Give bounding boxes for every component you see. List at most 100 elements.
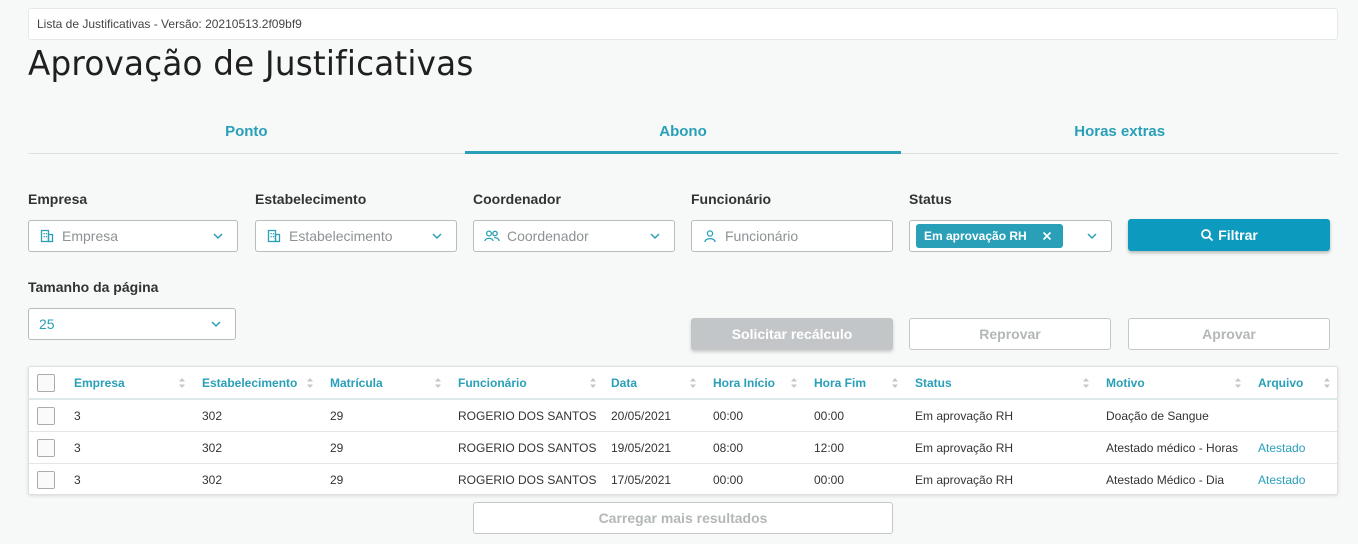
users-icon <box>484 228 500 244</box>
status-label: Status <box>909 191 952 207</box>
row-checkbox[interactable] <box>37 439 55 457</box>
col-header-data[interactable]: Data <box>611 367 637 398</box>
tab-bar: Ponto Abono Horas extras <box>28 110 1338 154</box>
sort-icon[interactable] <box>306 376 314 390</box>
chevron-down-icon <box>1085 229 1099 243</box>
sort-icon[interactable] <box>1323 376 1331 390</box>
table-row[interactable]: 3 302 29 ROGERIO DOS SANTOS 17/05/2021 0… <box>29 464 1337 494</box>
cell-funcionario: ROGERIO DOS SANTOS <box>458 473 597 487</box>
estabelecimento-label: Estabelecimento <box>255 191 367 207</box>
cell-matricula: 29 <box>330 440 344 455</box>
cell-hora-inicio: 08:00 <box>713 440 744 455</box>
table-row[interactable]: 3 302 29 ROGERIO DOS SANTOS 20/05/2021 0… <box>29 400 1337 432</box>
row-checkbox[interactable] <box>37 407 55 425</box>
cell-data: 17/05/2021 <box>611 473 672 487</box>
sort-icon[interactable] <box>689 376 697 390</box>
reject-button[interactable]: Reprovar <box>909 318 1111 350</box>
tab-ponto[interactable]: Ponto <box>28 110 465 153</box>
col-header-empresa[interactable]: Empresa <box>74 367 125 398</box>
status-chip: Em aprovação RH <box>916 224 1063 248</box>
page-size-select[interactable]: 25 <box>28 308 236 340</box>
coordenador-select[interactable]: Coordenador <box>473 220 675 252</box>
cell-hora-inicio: 00:00 <box>713 408 744 423</box>
version-bar: Lista de Justificativas - Versão: 202105… <box>28 8 1338 40</box>
cell-status: Em aprovação RH <box>915 408 1014 423</box>
sort-icon[interactable] <box>1082 376 1090 390</box>
close-icon[interactable] <box>1039 228 1055 244</box>
cell-status: Em aprovação RH <box>915 440 1014 455</box>
empresa-select[interactable]: Empresa <box>28 220 238 252</box>
estabelecimento-select[interactable]: Estabelecimento <box>255 220 457 252</box>
page-title: Aprovação de Justificativas <box>28 44 474 84</box>
cell-data: 20/05/2021 <box>611 408 672 423</box>
building-icon <box>266 228 282 244</box>
col-header-hora-inicio[interactable]: Hora Início <box>713 367 775 398</box>
building-icon <box>39 228 55 244</box>
chevron-down-icon <box>430 229 444 243</box>
filter-button-label: Filtrar <box>1218 227 1258 243</box>
attachment-link[interactable]: Atestado <box>1258 464 1305 494</box>
sort-icon[interactable] <box>790 376 798 390</box>
table-row[interactable]: 3 302 29 ROGERIO DOS SANTOS 19/05/2021 0… <box>29 432 1337 464</box>
coordenador-placeholder: Coordenador <box>507 228 589 244</box>
cell-empresa: 3 <box>74 408 81 423</box>
col-header-estabelecimento[interactable]: Estabelecimento <box>202 367 297 398</box>
cell-motivo: Atestado Médico - Dia <box>1106 473 1225 487</box>
cell-hora-fim: 12:00 <box>814 440 845 455</box>
page-size-value: 25 <box>39 316 55 332</box>
justifications-table: Empresa Estabelecimento Matrícula Funcio… <box>28 366 1338 495</box>
cell-funcionario: ROGERIO DOS SANTOS <box>458 440 597 455</box>
cell-data: 19/05/2021 <box>611 440 672 455</box>
filter-button[interactable]: Filtrar <box>1128 219 1330 251</box>
row-checkbox[interactable] <box>37 471 55 489</box>
cell-estabelecimento: 302 <box>202 440 223 455</box>
status-select[interactable]: Em aprovação RH <box>909 220 1112 252</box>
table-header-row: Empresa Estabelecimento Matrícula Funcio… <box>29 367 1337 400</box>
col-header-arquivo[interactable]: Arquivo <box>1258 367 1303 398</box>
sort-icon[interactable] <box>589 376 597 390</box>
cell-funcionario: ROGERIO DOS SANTOS <box>458 408 597 423</box>
cell-empresa: 3 <box>74 440 81 455</box>
tab-horas-extras[interactable]: Horas extras <box>901 110 1338 153</box>
attachment-link[interactable]: Atestado <box>1258 432 1305 463</box>
cell-motivo: Doação de Sangue <box>1106 408 1209 423</box>
page-size-label: Tamanho da página <box>28 279 159 295</box>
col-header-status[interactable]: Status <box>915 367 952 398</box>
col-header-hora-fim[interactable]: Hora Fim <box>814 367 866 398</box>
empresa-placeholder: Empresa <box>62 228 119 244</box>
cell-estabelecimento: 302 <box>202 473 223 487</box>
coordenador-label: Coordenador <box>473 191 561 207</box>
search-icon <box>1200 228 1214 242</box>
sort-icon[interactable] <box>434 376 442 390</box>
cell-status: Em aprovação RH <box>915 473 1014 487</box>
col-header-funcionario[interactable]: Funcionário <box>458 367 527 398</box>
col-header-matricula[interactable]: Matrícula <box>330 367 383 398</box>
cell-empresa: 3 <box>74 473 81 487</box>
funcionario-input[interactable]: Funcionário <box>691 220 893 252</box>
status-chip-label: Em aprovação RH <box>924 229 1027 243</box>
chevron-down-icon <box>211 229 225 243</box>
user-icon <box>702 228 718 244</box>
sort-icon[interactable] <box>1234 376 1242 390</box>
cell-hora-fim: 00:00 <box>814 408 845 423</box>
request-recalc-button[interactable]: Solicitar recálculo <box>691 318 893 350</box>
col-header-motivo[interactable]: Motivo <box>1106 367 1145 398</box>
estabelecimento-placeholder: Estabelecimento <box>289 228 393 244</box>
chevron-down-icon <box>209 317 223 331</box>
sort-icon[interactable] <box>178 376 186 390</box>
select-all-checkbox[interactable] <box>37 374 55 392</box>
tab-abono[interactable]: Abono <box>464 110 902 154</box>
funcionario-placeholder: Funcionário <box>725 228 799 244</box>
cell-matricula: 29 <box>330 473 344 487</box>
cell-matricula: 29 <box>330 408 344 423</box>
cell-hora-inicio: 00:00 <box>713 473 744 487</box>
sort-icon[interactable] <box>891 376 899 390</box>
version-text: Lista de Justificativas - Versão: 202105… <box>37 17 302 31</box>
funcionario-label: Funcionário <box>691 191 772 207</box>
cell-motivo: Atestado médico - Horas <box>1106 440 1239 455</box>
load-more-button[interactable]: Carregar mais resultados <box>473 502 893 534</box>
approve-button[interactable]: Aprovar <box>1128 318 1330 350</box>
cell-hora-fim: 00:00 <box>814 473 845 487</box>
empresa-label: Empresa <box>28 191 88 207</box>
chevron-down-icon <box>648 229 662 243</box>
